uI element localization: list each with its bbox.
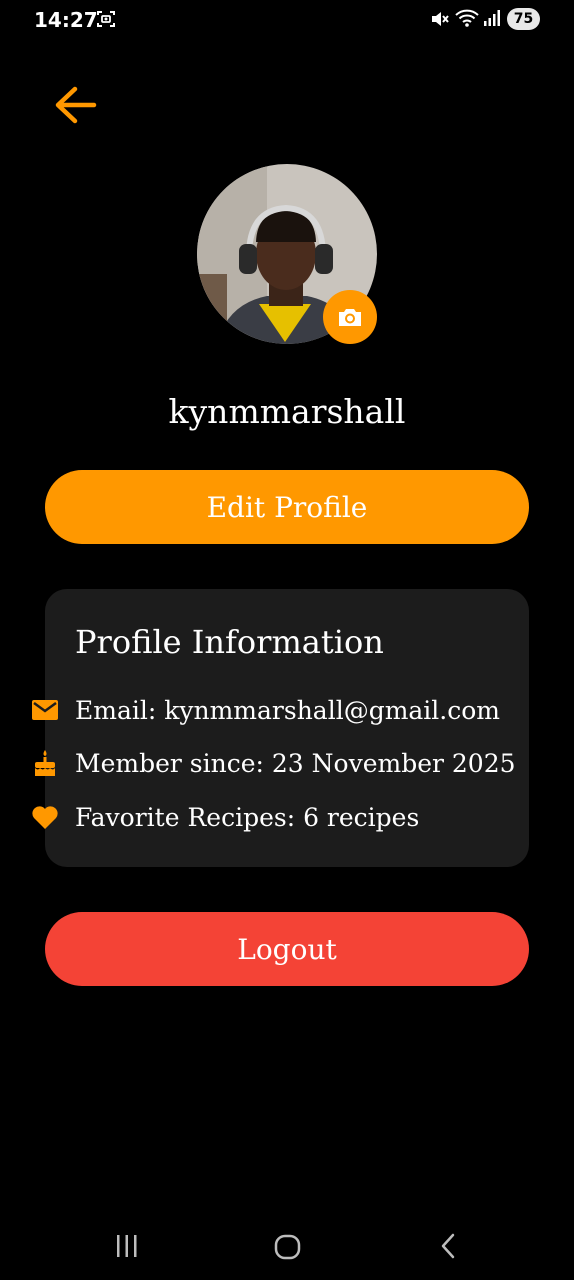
status-time: 14:27 xyxy=(34,8,98,32)
favorites-text: Favorite Recipes: 6 recipes xyxy=(75,802,420,832)
back-button[interactable] xyxy=(50,82,100,128)
screenshot-icon xyxy=(97,11,115,27)
cake-icon xyxy=(35,750,55,776)
edit-profile-button[interactable]: Edit Profile xyxy=(45,470,529,544)
system-nav-bar xyxy=(0,1210,574,1280)
camera-icon xyxy=(339,309,361,326)
change-photo-button[interactable] xyxy=(323,290,377,344)
arrow-left-icon xyxy=(55,86,97,124)
logout-button[interactable]: Logout xyxy=(45,912,529,986)
card-title: Profile Information xyxy=(75,623,384,661)
info-row-favorites: Favorite Recipes: 6 recipes xyxy=(30,801,419,833)
mute-icon xyxy=(432,12,449,26)
battery-indicator: 75 xyxy=(507,8,540,30)
info-row-email: Email: kynmmarshall@gmail.com xyxy=(30,694,500,726)
avatar-container xyxy=(197,164,377,344)
home-icon[interactable] xyxy=(274,1234,302,1260)
signal-icon xyxy=(484,10,500,26)
status-bar: 14:27 75 xyxy=(0,0,574,40)
wifi-icon xyxy=(455,9,479,27)
info-row-member-since: Member since: 23 November 2025 xyxy=(30,747,516,779)
recents-icon[interactable] xyxy=(114,1234,140,1258)
mail-icon xyxy=(32,700,58,720)
email-text: Email: kynmmarshall@gmail.com xyxy=(75,695,500,725)
username: kynmmarshall xyxy=(168,392,406,431)
heart-icon xyxy=(32,806,58,829)
back-nav-icon[interactable] xyxy=(438,1232,458,1260)
member-since-text: Member since: 23 November 2025 xyxy=(75,748,516,778)
